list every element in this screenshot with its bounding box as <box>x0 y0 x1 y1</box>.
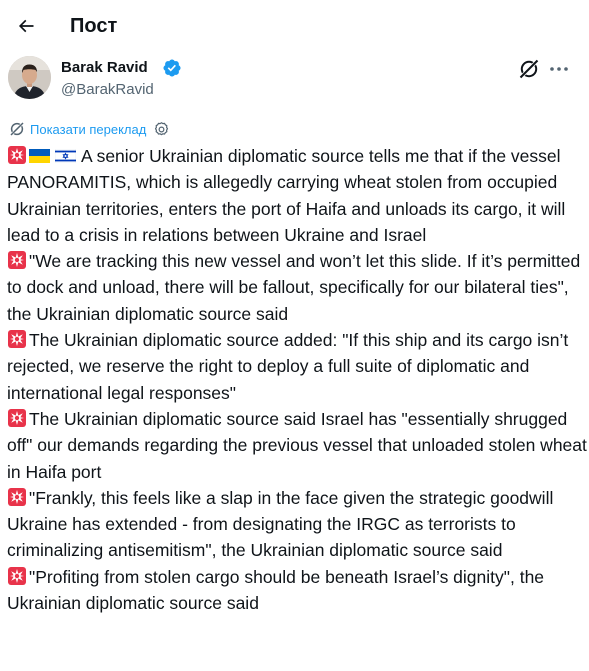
israel-flag-icon <box>55 149 76 163</box>
settings-gear-icon[interactable] <box>153 121 170 138</box>
paragraph-text: "Frankly, this feels like a slap in the … <box>7 487 554 561</box>
paragraph-text: "Profiting from stolen cargo should be b… <box>7 566 545 614</box>
header-bar: Пост <box>0 0 589 52</box>
grok-icon[interactable] <box>517 57 541 81</box>
siren-emoji-icon <box>8 566 26 585</box>
paragraph-text: A senior Ukrainian diplomatic source tel… <box>7 146 566 245</box>
tweet-text: A senior Ukrainian diplomatic source tel… <box>7 143 587 616</box>
paragraph-text: The Ukrainian diplomatic source said Isr… <box>7 408 587 482</box>
tweet-paragraph: The Ukrainian diplomatic source added: "… <box>7 327 587 406</box>
tweet-paragraph: "Frankly, this feels like a slap in the … <box>7 485 587 564</box>
page-title: Пост <box>70 15 118 37</box>
paragraph-text: The Ukrainian diplomatic source added: "… <box>7 330 569 403</box>
verified-badge-icon <box>163 59 181 77</box>
tweet-paragraph: The Ukrainian diplomatic source said Isr… <box>7 406 587 485</box>
avatar[interactable] <box>8 56 51 99</box>
siren-emoji-icon <box>8 330 26 349</box>
author-handle[interactable]: @BarakRavid <box>61 80 154 100</box>
back-button[interactable] <box>8 8 44 44</box>
siren-emoji-icon <box>8 146 26 164</box>
back-arrow-icon <box>18 19 34 33</box>
tweet-paragraph: "We are tracking this new vessel and won… <box>7 248 587 327</box>
paragraph-text: "We are tracking this new vessel and won… <box>7 251 581 324</box>
more-icon[interactable] <box>547 57 571 81</box>
tweet-paragraph: A senior Ukrainian diplomatic source tel… <box>7 143 587 248</box>
siren-emoji-icon <box>8 251 26 270</box>
translate-row: Показати переклад <box>8 120 170 138</box>
translate-icon <box>10 122 24 136</box>
ukraine-flag-icon <box>29 149 50 163</box>
siren-emoji-icon <box>8 487 26 506</box>
avatar-photo <box>8 56 51 99</box>
tweet-paragraph: "Profiting from stolen cargo should be b… <box>7 564 587 617</box>
siren-emoji-icon <box>8 408 26 427</box>
author-name[interactable]: Barak Ravid <box>61 58 148 78</box>
show-translation-link[interactable]: Показати переклад <box>30 122 146 137</box>
